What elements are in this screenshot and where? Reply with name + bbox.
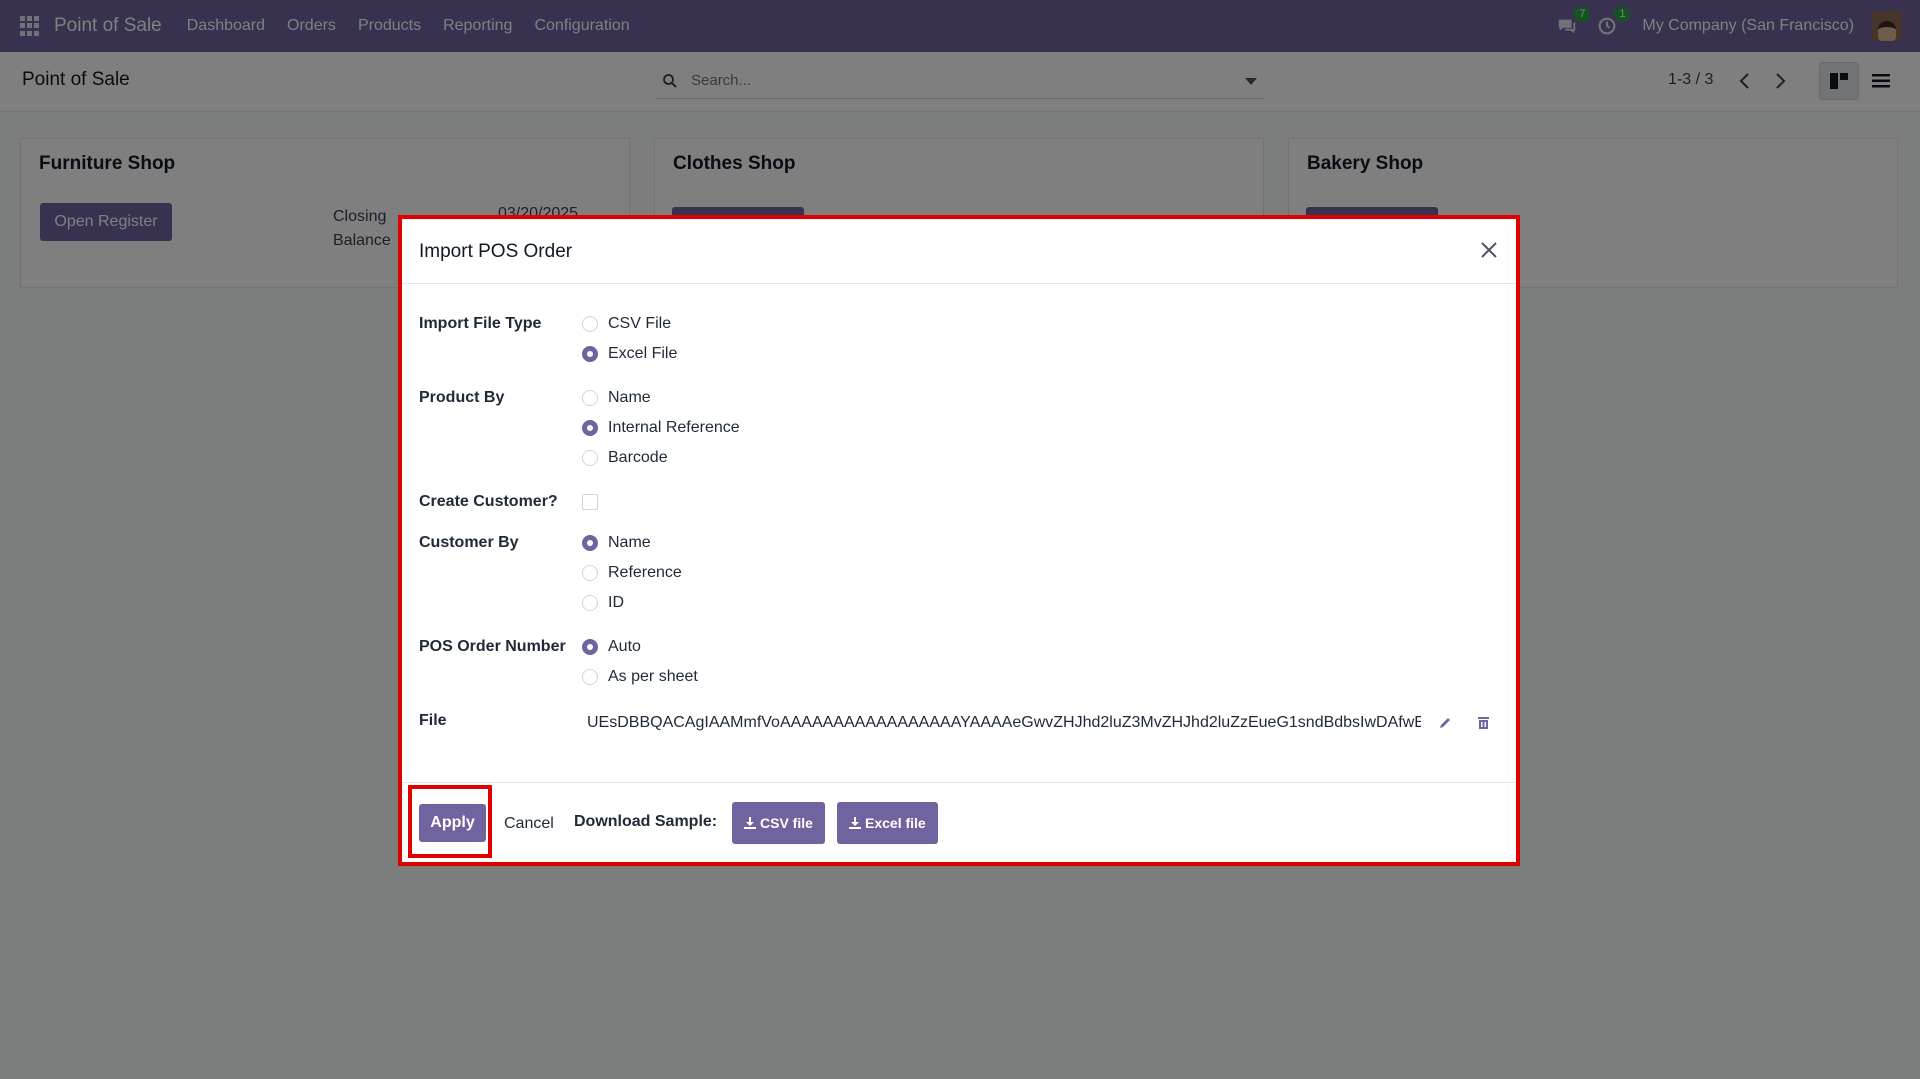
excel-button-label: Excel file [865,815,926,831]
radio-label: Excel File [608,345,678,362]
download-icon [849,817,861,829]
radio-label: Name [608,534,651,551]
close-icon[interactable] [1476,237,1502,263]
radio-label: ID [608,594,624,611]
csv-button-label: CSV file [760,815,813,831]
create-customer-checkbox[interactable] [582,494,598,510]
product-by-label: Product By [419,389,505,406]
edit-pencil-icon[interactable] [1434,712,1456,734]
customer-by-label: Customer By [419,534,519,551]
download-csv-button[interactable]: CSV file [732,802,825,844]
import-pos-order-dialog: Import POS Order Import File Type CSV Fi… [402,217,1516,862]
file-value: UEsDBBQACAgIAAMmfVoAAAAAAAAAAAAAAAAAYAAA… [587,714,1421,731]
radio-circle[interactable] [582,390,598,406]
download-excel-button[interactable]: Excel file [837,802,938,844]
radio-circle-checked[interactable] [582,639,598,655]
radio-excel-file[interactable]: Excel File [582,345,677,363]
file-label: File [419,712,447,729]
radio-customer-id[interactable]: ID [582,594,624,612]
radio-label: Reference [608,564,682,581]
radio-circle[interactable] [582,316,598,332]
radio-auto[interactable]: Auto [582,638,641,656]
radio-circle[interactable] [582,565,598,581]
radio-label: Auto [608,638,641,655]
radio-csv-file[interactable]: CSV File [582,315,671,333]
radio-circle-checked[interactable] [582,535,598,551]
create-customer-label: Create Customer? [419,493,558,510]
radio-customer-name[interactable]: Name [582,534,651,552]
dialog-header: Import POS Order [402,217,1516,284]
dialog-footer: Apply Cancel Download Sample: CSV file E… [402,782,1516,862]
radio-label: As per sheet [608,668,698,685]
radio-label: Barcode [608,449,668,466]
cancel-button[interactable]: Cancel [504,815,554,833]
apply-button[interactable]: Apply [419,804,486,842]
radio-label: CSV File [608,315,672,332]
radio-label: Internal Reference [608,419,740,436]
radio-circle[interactable] [582,595,598,611]
radio-circle-checked[interactable] [582,420,598,436]
radio-barcode[interactable]: Barcode [582,449,668,467]
radio-circle-checked[interactable] [582,346,598,362]
pos-order-number-label: POS Order Number [419,638,566,655]
radio-as-per-sheet[interactable]: As per sheet [582,668,698,686]
radio-product-name[interactable]: Name [582,389,651,407]
radio-circle[interactable] [582,669,598,685]
radio-label: Name [608,389,651,406]
download-sample-label: Download Sample: [574,813,718,830]
dialog-title: Import POS Order [419,241,573,262]
download-icon [744,817,756,829]
radio-internal-reference[interactable]: Internal Reference [582,419,740,437]
radio-circle[interactable] [582,450,598,466]
trash-icon[interactable] [1472,712,1494,734]
import-file-type-label: Import File Type [419,315,542,332]
radio-customer-reference[interactable]: Reference [582,564,682,582]
